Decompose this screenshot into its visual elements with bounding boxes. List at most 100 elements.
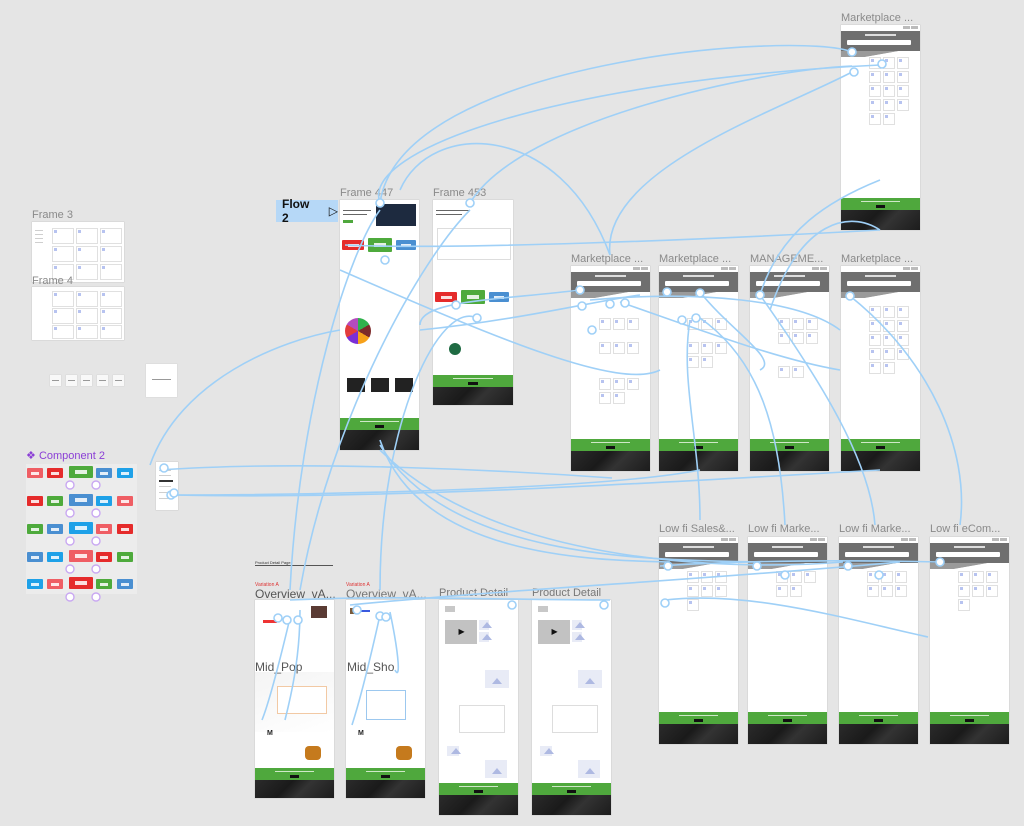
flow-starting-point[interactable]: Flow 2 ▷ <box>276 197 338 225</box>
sticky-note[interactable] <box>113 375 124 386</box>
sticky-note[interactable] <box>66 375 77 386</box>
frame-453[interactable] <box>433 200 513 405</box>
variant-chip[interactable] <box>117 579 133 589</box>
card <box>701 318 713 330</box>
variant-chip[interactable] <box>117 524 133 534</box>
card <box>883 320 895 332</box>
sticky-note[interactable] <box>97 375 108 386</box>
frame-label-marketplace-top[interactable]: Marketplace ... <box>841 12 913 24</box>
card <box>869 334 881 346</box>
frame-label-mid-pop[interactable]: Mid_Pop <box>255 660 302 674</box>
connection <box>149 329 341 466</box>
frame-label-overview-2[interactable]: Overview_vA... <box>346 587 427 601</box>
variant-chip[interactable] <box>117 468 133 478</box>
frame-label-lowfi-sales[interactable]: Low fi Sales&... <box>659 523 735 535</box>
dropdown-frame[interactable] <box>156 462 178 510</box>
component-set[interactable] <box>26 464 137 594</box>
frame-label-mid-sho[interactable]: Mid_Sho <box>347 660 394 674</box>
variant-chip[interactable] <box>27 552 43 562</box>
frame-label-management[interactable]: MANAGEME... <box>750 253 823 265</box>
variant-chip[interactable] <box>27 496 43 506</box>
overview-frame-1[interactable]: M <box>255 600 334 798</box>
variant-chip[interactable] <box>69 577 93 589</box>
variant-chip[interactable] <box>96 552 112 562</box>
card <box>869 57 881 69</box>
variant-chip[interactable] <box>69 494 93 506</box>
frame-label-overview-1[interactable]: Overview_vA... <box>255 587 336 601</box>
variant-chip[interactable] <box>117 496 133 506</box>
variant-chip[interactable] <box>69 550 93 562</box>
card <box>599 318 611 330</box>
frame-label-marketplace-1[interactable]: Marketplace ... <box>571 253 643 265</box>
overview-frame-2[interactable]: M <box>346 600 425 798</box>
variant-chip[interactable] <box>96 524 112 534</box>
sticky-note[interactable] <box>81 375 92 386</box>
variant-chip[interactable] <box>47 524 63 534</box>
variant-chip[interactable] <box>27 468 43 478</box>
hero-cta <box>263 620 277 623</box>
variant-chip[interactable] <box>96 579 112 589</box>
variant-chip[interactable] <box>117 552 133 562</box>
frame-447[interactable] <box>340 200 419 450</box>
lowfi-sales-frame[interactable] <box>659 537 738 744</box>
play-icon[interactable]: ▷ <box>329 204 338 218</box>
variant-chip[interactable] <box>47 468 63 478</box>
frame-3[interactable] <box>32 222 124 282</box>
food-image <box>305 746 321 760</box>
variant-chip[interactable] <box>47 496 63 506</box>
lowfi-marke-frame-2[interactable] <box>839 537 918 744</box>
variant-handle[interactable] <box>91 592 101 602</box>
frame-label-product-detail-2[interactable]: Product Detail <box>532 587 601 599</box>
marketplace-frame-3[interactable] <box>841 266 920 471</box>
design-canvas[interactable]: Frame 3 Frame 4 ❖ Component 2 Flow 2 ▷ F… <box>0 0 1024 826</box>
marketplace-frame-top[interactable] <box>841 25 920 230</box>
variant-chip[interactable] <box>27 579 43 589</box>
frame-label-lowfi-marke-2[interactable]: Low fi Marke... <box>839 523 911 535</box>
frame-label-frame-4[interactable]: Frame 4 <box>32 275 73 287</box>
lowfi-ecom-frame[interactable] <box>930 537 1009 744</box>
variant-chip[interactable] <box>47 552 63 562</box>
frame-label-frame-453[interactable]: Frame 453 <box>433 187 486 199</box>
card <box>897 320 909 332</box>
card <box>701 571 713 583</box>
card <box>76 308 98 324</box>
footer <box>748 724 827 744</box>
variant-chip[interactable] <box>27 524 43 534</box>
footer-cta <box>346 768 425 780</box>
card <box>76 264 98 280</box>
footer <box>839 724 918 744</box>
footer <box>532 795 611 815</box>
marketplace-frame-2[interactable] <box>659 266 738 471</box>
variant-chip[interactable] <box>69 466 93 478</box>
management-frame[interactable] <box>750 266 829 471</box>
frame-label-frame-3[interactable]: Frame 3 <box>32 209 73 221</box>
card <box>790 571 802 583</box>
frame-4[interactable] <box>32 287 124 340</box>
variant-chip[interactable] <box>69 522 93 534</box>
card <box>613 378 625 390</box>
frame-label-product-detail-1[interactable]: Product Detail <box>439 587 508 599</box>
variant-chip[interactable] <box>96 496 112 506</box>
card <box>986 585 998 597</box>
product-detail-frame-1[interactable] <box>439 600 518 815</box>
frame-label-marketplace-2[interactable]: Marketplace ... <box>659 253 731 265</box>
component-title[interactable]: ❖ Component 2 <box>26 449 105 462</box>
variant-chip[interactable] <box>47 579 63 589</box>
card <box>897 57 909 69</box>
connection <box>377 64 881 204</box>
frame-label-marketplace-3[interactable]: Marketplace ... <box>841 253 913 265</box>
variant-handle[interactable] <box>65 592 75 602</box>
frame-label-lowfi-ecom[interactable]: Low fi eCom... <box>930 523 1000 535</box>
menu-line <box>159 498 171 499</box>
lowfi-marke-frame-1[interactable] <box>748 537 827 744</box>
note-card[interactable] <box>146 364 177 397</box>
marketplace-frame-1[interactable] <box>571 266 650 471</box>
sticky-note[interactable] <box>50 375 61 386</box>
card <box>958 599 970 611</box>
variant-chip[interactable] <box>96 468 112 478</box>
frame-label-lowfi-marke-1[interactable]: Low fi Marke... <box>748 523 820 535</box>
card <box>897 99 909 111</box>
frame-label-frame-447[interactable]: Frame 447 <box>340 187 393 199</box>
product-detail-frame-2[interactable] <box>532 600 611 815</box>
brand-logo: M <box>267 730 273 737</box>
